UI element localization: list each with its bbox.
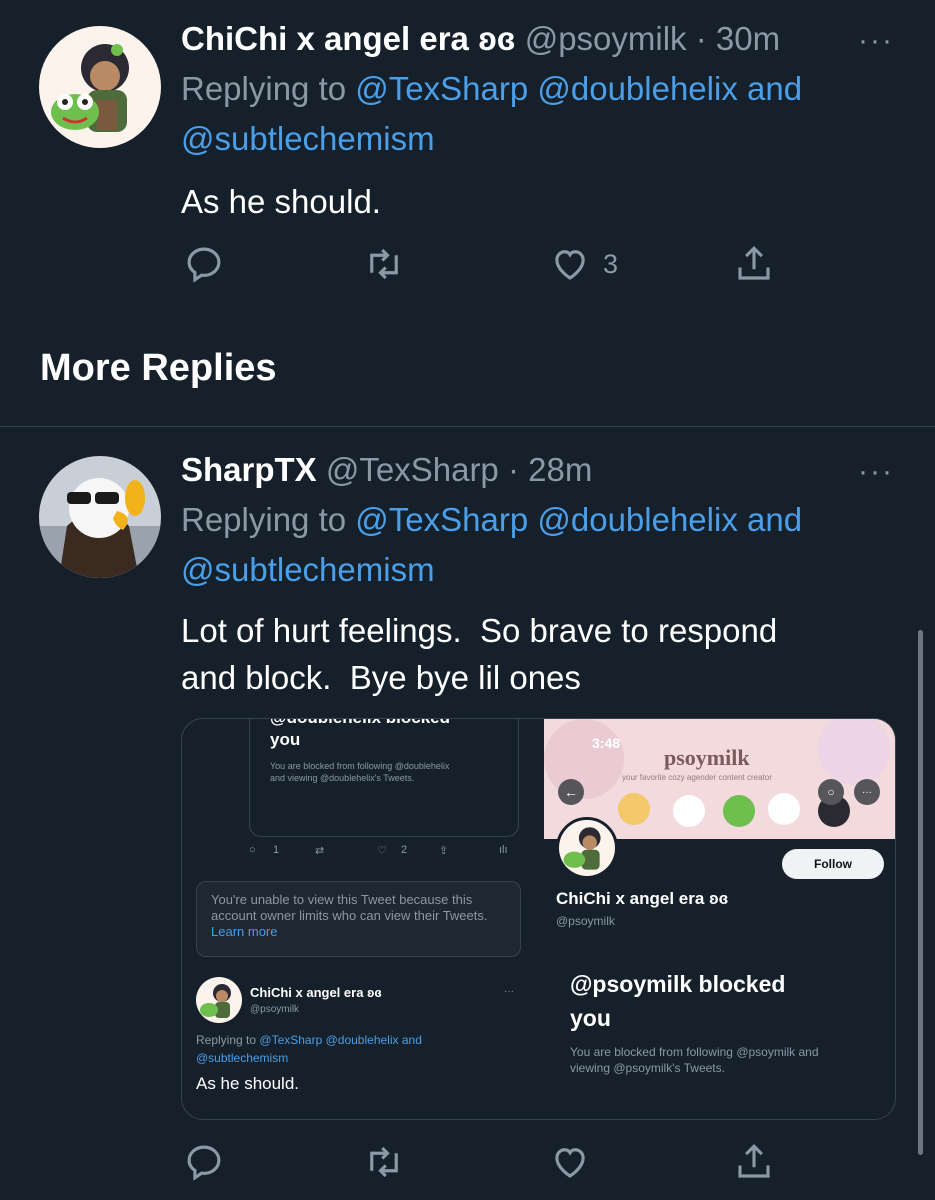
- retweet-button[interactable]: [363, 1140, 405, 1184]
- mini-reply-count: 1: [273, 844, 280, 856]
- heart-icon: [555, 250, 585, 280]
- tweet1-text: As he should.: [181, 183, 381, 220]
- retweet-icon: [370, 248, 398, 280]
- profile-handle: @psoymilk: [556, 914, 615, 928]
- like-button[interactable]: [549, 1140, 591, 1184]
- mini-reply-mentions: @TexSharp @doublehelix: [259, 1033, 399, 1047]
- mini-replying-label: Replying to: [196, 1033, 257, 1047]
- tweet2-replying-to: Replying to @TexSharp @doublehelix and: [181, 495, 802, 545]
- blocked-line2: viewing @psoymilk's Tweets.: [570, 1061, 725, 1075]
- tweet2-timestamp[interactable]: · 28m: [508, 451, 592, 488]
- reply-mentions-link[interactable]: @TexSharp @doublehelix: [355, 70, 738, 107]
- mini-reply-and: and: [401, 1033, 422, 1047]
- tweet1-mention-subtlechemism[interactable]: @subtlechemism: [181, 114, 435, 164]
- tweet2-attached-image[interactable]: @doublehelix blocked you You are blocked…: [181, 718, 896, 1120]
- tweet2-text-line1: Lot of hurt feelings. So brave to respon…: [181, 612, 778, 649]
- status-bar-clock: 3:48: [592, 735, 621, 751]
- tweet1-more-icon[interactable]: ···: [858, 24, 894, 58]
- heart-icon: [555, 1148, 585, 1178]
- embed-left-screenshot: @doublehelix blocked you You are blocked…: [182, 719, 537, 1119]
- tweet2-author-name[interactable]: SharpTX: [181, 451, 317, 488]
- notice-line1: You're unable to view this Tweet because…: [211, 892, 473, 907]
- tweet1-actions: 3: [181, 242, 781, 292]
- embed-mini-more-icon: ···: [504, 986, 514, 997]
- tweet2-actions: [181, 1140, 781, 1190]
- like-count: 3: [603, 248, 619, 279]
- search-icon: ○: [818, 779, 844, 805]
- embed-left-actions: ○ 1 ⇄ ♡ 2 ⇪ ılı: [249, 844, 519, 864]
- embed-quoted-blocked-card: @doublehelix blocked you You are blocked…: [249, 719, 519, 837]
- embed-protected-notice: You're unable to view this Tweet because…: [196, 881, 521, 957]
- mini-share-icon: ⇪: [439, 845, 449, 857]
- banner-title: psoymilk: [664, 745, 750, 770]
- embed-mini-text: As he should.: [196, 1074, 300, 1093]
- retweet-icon: [370, 1146, 398, 1178]
- banner-subtitle: your favorite cozy agender content creat…: [622, 773, 772, 782]
- mini-like-count: 2: [401, 844, 408, 856]
- mini-reply-icon: ○: [249, 844, 256, 856]
- tweet2-header: SharpTX @TexSharp · 28m: [181, 451, 592, 489]
- notice-line2: account owner limits who can view their …: [211, 908, 488, 923]
- reply-icon: [187, 1145, 221, 1181]
- learn-more-link: Learn more: [211, 924, 278, 939]
- mini-heart-icon: ♡: [377, 845, 387, 857]
- share-button[interactable]: [733, 1140, 775, 1184]
- tweet2-author-handle[interactable]: @TexSharp: [326, 451, 499, 488]
- more-replies-heading: More Replies: [40, 347, 277, 389]
- replying-to-label: Replying to: [181, 501, 347, 538]
- profile-avatar: [556, 817, 618, 879]
- tweet1-author-handle[interactable]: @psoymilk: [525, 20, 687, 57]
- embed-mini-avatar: [196, 977, 242, 1023]
- embed-mini-replying: Replying to @TexSharp @doublehelix and: [196, 1031, 422, 1049]
- tweet1-author-name[interactable]: ChiChi x angel era ʚɞ: [181, 20, 516, 57]
- embed-blocked-line2: and viewing @doublehelix's Tweets.: [270, 773, 415, 783]
- reply-and-label: and: [747, 70, 803, 107]
- more-icon: ···: [854, 779, 880, 805]
- share-button[interactable]: [733, 242, 775, 286]
- tweet2-mention-subtlechemism[interactable]: @subtlechemism: [181, 545, 435, 595]
- tweet2-more-icon[interactable]: ···: [858, 455, 894, 489]
- blocked-line1: You are blocked from following @psoymilk…: [570, 1045, 819, 1059]
- share-icon: [738, 1144, 770, 1178]
- mini-analytics-icon: ılı: [499, 844, 508, 856]
- share-icon: [738, 246, 770, 280]
- blocked-title-2: you: [570, 1005, 611, 1031]
- embed-mini-handle: @psoymilk: [250, 1004, 300, 1015]
- back-icon: ←: [558, 779, 584, 805]
- replying-to-label: Replying to: [181, 70, 347, 107]
- like-button[interactable]: 3: [549, 242, 618, 286]
- blocked-title-1: @psoymilk blocked: [570, 971, 786, 997]
- reply-and-label: and: [747, 501, 803, 538]
- reply-button[interactable]: [183, 242, 225, 286]
- tweet1-timestamp[interactable]: · 30m: [696, 20, 780, 57]
- scrollbar[interactable]: [918, 630, 923, 1155]
- tweet1-replying-to: Replying to @TexSharp @doublehelix and: [181, 64, 802, 114]
- embed-you-label: you: [270, 730, 301, 749]
- divider: [0, 426, 935, 427]
- reply-mentions-link[interactable]: @TexSharp @doublehelix: [355, 501, 738, 538]
- avatar-chichi[interactable]: [39, 26, 161, 148]
- embed-right-screenshot: 3:48 psoymilk your favorite cozy agender…: [544, 719, 895, 1119]
- embed-cut-heading: @doublehelix blocked: [270, 719, 450, 728]
- reply-icon: [187, 247, 221, 283]
- reply-button[interactable]: [183, 1140, 225, 1184]
- profile-name: ChiChi x angel era ʚɞ: [556, 889, 729, 908]
- retweet-button[interactable]: [363, 242, 405, 286]
- tweet2-text-line2: and block. Bye bye lil ones: [181, 659, 581, 696]
- follow-button: Follow: [782, 849, 884, 879]
- tweet1-header: ChiChi x angel era ʚɞ @psoymilk · 30m: [181, 20, 780, 58]
- embed-mini-mention-2: @subtlechemism: [196, 1051, 289, 1065]
- embed-mini-name: ChiChi x angel era ʚɞ: [250, 985, 382, 1000]
- mini-retweet-icon: ⇄: [315, 845, 325, 857]
- avatar-sharptx[interactable]: [39, 456, 161, 578]
